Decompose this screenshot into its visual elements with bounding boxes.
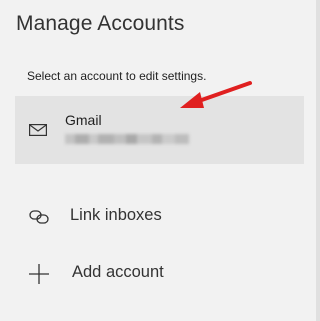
redacted-email	[65, 133, 193, 145]
add-account-button[interactable]: Add account	[0, 253, 304, 293]
add-account-label: Add account	[72, 263, 164, 281]
mail-icon	[29, 124, 47, 136]
account-name: Gmail	[65, 112, 102, 128]
link-inboxes-label: Link inboxes	[70, 206, 162, 224]
manage-accounts-panel: Manage Accounts Select an account to edi…	[0, 0, 320, 321]
link-inboxes-button[interactable]: Link inboxes	[0, 196, 304, 236]
account-item-gmail[interactable]: Gmail	[15, 96, 304, 164]
panel-divider	[316, 0, 320, 321]
page-title: Manage Accounts	[16, 12, 185, 35]
link-icon	[29, 210, 49, 224]
account-hint-text: Select an account to edit settings.	[27, 69, 207, 83]
plus-icon	[29, 264, 49, 284]
